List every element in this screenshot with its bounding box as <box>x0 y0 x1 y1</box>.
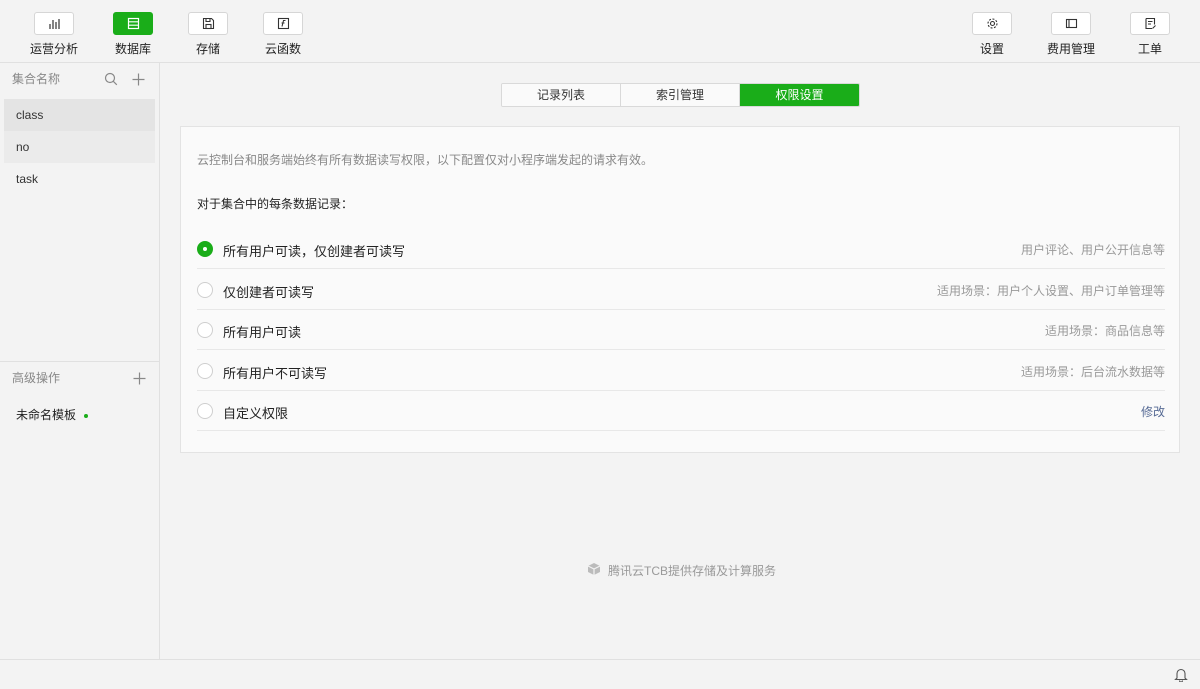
permission-option[interactable]: 自定义权限 修改 <box>197 391 1165 431</box>
footer-text: 腾讯云TCB提供存储及计算服务 <box>608 564 777 578</box>
collection-sidebar: 集合名称 class no task 高级操作 未命名模板 <box>0 63 160 659</box>
search-icon[interactable] <box>104 72 118 86</box>
tab-indexes[interactable]: 索引管理 <box>621 84 740 106</box>
permission-label: 仅创建者可读写 <box>223 285 315 300</box>
permission-label: 所有用户可读 <box>223 325 302 340</box>
toolbar-cloud-functions[interactable]: 云函数 <box>248 12 318 57</box>
toolbar-label: 设置 <box>979 42 1004 56</box>
bar-chart-icon <box>34 12 74 35</box>
tencent-cloud-logo-icon <box>586 561 602 580</box>
template-item[interactable]: 未命名模板 <box>16 406 89 423</box>
advanced-header: 高级操作 <box>0 362 160 394</box>
radio-button[interactable] <box>197 322 213 338</box>
radio-button[interactable] <box>197 241 213 257</box>
radio-button[interactable] <box>197 282 213 298</box>
toolbar-label: 数据库 <box>114 42 151 56</box>
permission-hint: 适用场景：后台流水数据等 <box>1020 365 1165 379</box>
permission-label: 自定义权限 <box>223 406 289 421</box>
toolbar-tickets[interactable]: 工单 <box>1115 12 1185 57</box>
collection-list: class no task <box>0 95 159 195</box>
toolbar-billing[interactable]: 费用管理 <box>1036 12 1106 57</box>
ticket-icon <box>1130 12 1170 35</box>
top-toolbar: 运营分析 数据库 存储 云函数 设置 费用管理 工单 <box>0 0 1200 63</box>
toolbar-label: 工单 <box>1137 42 1162 56</box>
template-label: 未命名模板 <box>16 408 77 422</box>
add-template-icon[interactable] <box>133 372 146 385</box>
collection-tabs: 记录列表 索引管理 权限设置 <box>501 83 860 107</box>
toolbar-label: 存储 <box>195 42 220 56</box>
advanced-title: 高级操作 <box>12 371 61 385</box>
permission-option[interactable]: 仅创建者可读写 适用场景：用户个人设置、用户订单管理等 <box>197 270 1165 310</box>
toolbar-storage[interactable]: 存储 <box>173 12 243 57</box>
tab-records[interactable]: 记录列表 <box>502 84 621 106</box>
toolbar-settings[interactable]: 设置 <box>957 12 1027 57</box>
status-bar <box>0 659 1200 689</box>
permission-hint: 用户评论、用户公开信息等 <box>1020 243 1165 257</box>
toolbar-label: 运营分析 <box>29 42 78 56</box>
permission-hint: 适用场景：用户个人设置、用户订单管理等 <box>936 284 1165 298</box>
footer: 腾讯云TCB提供存储及计算服务 <box>586 561 776 580</box>
permission-option[interactable]: 所有用户可读，仅创建者可读写 用户评论、用户公开信息等 <box>197 229 1165 269</box>
collections-header: 集合名称 <box>0 63 159 95</box>
permission-option[interactable]: 所有用户可读 适用场景：商品信息等 <box>197 310 1165 350</box>
toolbar-database[interactable]: 数据库 <box>98 12 168 57</box>
add-collection-icon[interactable] <box>132 73 145 86</box>
collection-item-task[interactable]: task <box>4 163 155 195</box>
permission-label: 所有用户不可读写 <box>223 366 328 381</box>
permissions-panel: 云控制台和服务端始终有所有数据读写权限，以下配置仅对小程序端发起的请求有效。 对… <box>180 126 1180 453</box>
gear-icon <box>972 12 1012 35</box>
storage-icon <box>188 12 228 35</box>
cloud-function-icon <box>263 12 303 35</box>
permission-option[interactable]: 所有用户不可读写 适用场景：后台流水数据等 <box>197 351 1165 391</box>
wallet-icon <box>1051 12 1091 35</box>
radio-button[interactable] <box>197 403 213 419</box>
collection-item-no[interactable]: no <box>4 131 155 163</box>
permissions-description: 云控制台和服务端始终有所有数据读写权限，以下配置仅对小程序端发起的请求有效。 <box>197 153 654 167</box>
bell-icon[interactable] <box>1174 667 1188 687</box>
toolbar-label: 云函数 <box>264 42 301 56</box>
edit-link[interactable]: 修改 <box>1141 403 1165 420</box>
status-dot <box>84 413 89 418</box>
collections-title: 集合名称 <box>12 72 61 86</box>
database-icon <box>113 12 153 35</box>
permissions-subtitle: 对于集合中的每条数据记录： <box>197 197 354 211</box>
permission-label: 所有用户可读，仅创建者可读写 <box>223 244 406 259</box>
permission-hint: 适用场景：商品信息等 <box>1044 324 1165 338</box>
toolbar-operations-analytics[interactable]: 运营分析 <box>19 12 89 57</box>
collection-item-class[interactable]: class <box>4 99 155 131</box>
toolbar-label: 费用管理 <box>1046 42 1095 56</box>
radio-button[interactable] <box>197 363 213 379</box>
tab-permissions[interactable]: 权限设置 <box>740 84 859 106</box>
